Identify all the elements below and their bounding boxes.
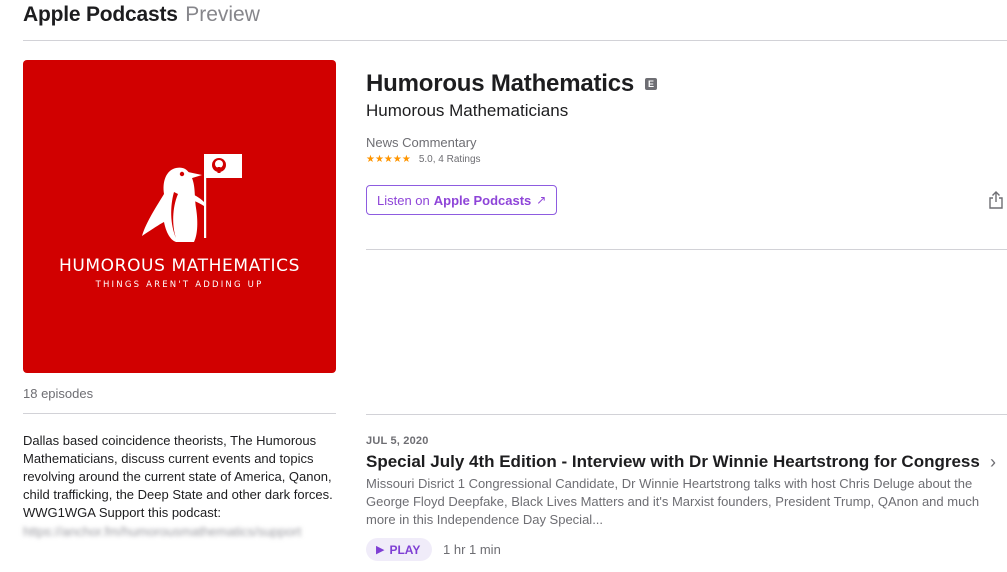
chevron-right-icon[interactable]: › [990,452,996,473]
artwork-title: HUMOROUS MATHEMATICS [58,256,301,276]
play-icon: ▶ [376,544,385,556]
listen-prefix: Listen on [377,192,430,208]
brand-subtitle: Preview [185,3,260,26]
episode-date: JUL 5, 2020 [366,435,429,447]
episode-list-divider [366,414,1007,415]
header-divider [23,40,1007,41]
podcast-artwork: HUMOROUS MATHEMATICS THINGS AREN'T ADDIN… [23,60,336,373]
header: Apple Podcasts Preview [23,3,260,31]
support-link[interactable]: https://anchor.fm/humorousmathematics/su… [23,523,323,541]
episode-title[interactable]: Special July 4th Edition - Interview wit… [366,452,983,472]
rating-row: ★★★★★ 5.0, 4 Ratings [366,154,481,165]
explicit-badge: E [645,78,658,90]
episode-count: 18 episodes [23,386,94,401]
header-section-divider [366,249,1007,250]
description-text: Dallas based coincidence theorists, The … [23,433,333,520]
title-row: Humorous Mathematics E [366,70,658,98]
play-button[interactable]: ▶ PLAY [366,538,433,561]
sidebar-divider [23,413,336,414]
star-rating-icon: ★★★★★ [366,154,411,165]
podcast-description: Dallas based coincidence theorists, The … [23,432,336,541]
podcast-author[interactable]: Humorous Mathematicians [366,101,568,121]
episode-description: Missouri Disrict 1 Congressional Candida… [366,476,980,527]
penguin-flag-logo-icon [142,154,242,242]
listen-on-apple-podcasts-button[interactable]: Listen on Apple Podcasts ↗ [366,185,558,215]
external-link-arrow-icon: ↗ [536,193,547,207]
listen-app-name: Apple Podcasts [433,192,532,208]
artwork-tagline: THINGS AREN'T ADDING UP [95,280,264,290]
brand-title[interactable]: Apple Podcasts [23,3,178,26]
share-icon[interactable] [988,191,1004,209]
play-label: PLAY [389,542,421,557]
podcast-category[interactable]: News Commentary [366,135,477,150]
rating-text: 5.0, 4 Ratings [418,154,481,165]
episode-duration: 1 hr 1 min [443,542,501,557]
podcast-title: Humorous Mathematics [366,70,635,97]
